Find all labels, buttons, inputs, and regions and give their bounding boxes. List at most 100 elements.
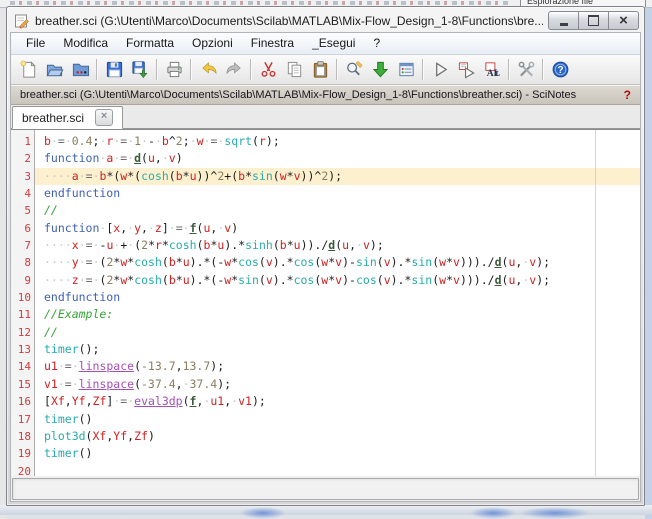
help-button[interactable]: ? bbox=[547, 57, 573, 82]
execute-until-caret-button[interactable]: ALt bbox=[479, 57, 505, 82]
toolbar-separator bbox=[542, 59, 544, 80]
code-line-4[interactable]: 4endfunction bbox=[11, 185, 640, 202]
code-line-15[interactable]: 15v1·=·linspace(-37.4,·37.4); bbox=[11, 376, 640, 393]
line-number: 8 bbox=[11, 254, 35, 271]
redo-icon bbox=[225, 60, 244, 79]
code-line-9[interactable]: 9····z·=·(2*w*cosh(b*u).*(-w*sin(v).*cos… bbox=[11, 272, 640, 289]
code-line-13[interactable]: 13timer(); bbox=[11, 341, 640, 358]
toolbar-separator bbox=[96, 59, 98, 80]
preferences-button[interactable] bbox=[513, 57, 539, 82]
line-number: 5 bbox=[11, 202, 35, 219]
print-button[interactable] bbox=[161, 57, 187, 82]
window-client-area: FileModificaFormattaOpzioniFinestra_Eseg… bbox=[10, 32, 641, 502]
code-line-18[interactable]: 18plot3d(Xf,Yf,Zf) bbox=[11, 428, 640, 445]
new-file-button[interactable] bbox=[15, 57, 41, 82]
code-line-1[interactable]: 1b·=·0.4;·r·=·1·-·b^2;·w·=·sqrt(r); bbox=[11, 133, 640, 150]
menu-item-modifica[interactable]: Modifica bbox=[54, 34, 117, 53]
execute-file-button[interactable] bbox=[453, 57, 479, 82]
find-replace-button[interactable] bbox=[341, 57, 367, 82]
save-icon bbox=[105, 60, 124, 79]
code-navigator-button[interactable] bbox=[393, 57, 419, 82]
code-line-5[interactable]: 5// bbox=[11, 202, 640, 219]
code-text: // bbox=[35, 324, 640, 341]
code-line-7[interactable]: 7····x·=·-u·+·(2*r*cosh(b*u).*sinh(b*u))… bbox=[11, 237, 640, 254]
paste-icon bbox=[311, 60, 330, 79]
document-path-title: breather.sci (G:\Utenti\Marco\Documents\… bbox=[20, 89, 576, 101]
code-line-19[interactable]: 19timer() bbox=[11, 445, 640, 462]
code-line-10[interactable]: 10endfunction bbox=[11, 289, 640, 306]
code-text: ····a·=·b*(w*(cosh(b*u))^2+(b*sin(w*v))^… bbox=[35, 168, 640, 185]
code-line-11[interactable]: 11//Example: bbox=[11, 306, 640, 323]
toolbar: ALt? bbox=[11, 55, 640, 85]
menu-item-file[interactable]: File bbox=[17, 34, 54, 53]
maximize-icon bbox=[588, 15, 599, 26]
editor[interactable]: 1b·=·0.4;·r·=·1·-·b^2;·w·=·sqrt(r);2func… bbox=[11, 129, 640, 476]
code-text: timer() bbox=[35, 445, 640, 462]
code-line-2[interactable]: 2function·a·=·d(u,·v) bbox=[11, 150, 640, 167]
line-number: 20 bbox=[11, 463, 35, 476]
copy-icon bbox=[285, 60, 304, 79]
menu-bar: FileModificaFormattaOpzioniFinestra_Eseg… bbox=[11, 33, 640, 55]
code-text: function·[x,·y,·z]·=·f(u,·v) bbox=[35, 220, 640, 237]
code-line-16[interactable]: 16[Xf,Yf,Zf]·=·eval3dp(f,·u1,·v1); bbox=[11, 393, 640, 410]
scinotes-icon bbox=[14, 13, 30, 29]
close-icon bbox=[619, 12, 628, 30]
paste-button[interactable] bbox=[307, 57, 333, 82]
line-number: 9 bbox=[11, 272, 35, 289]
menu-item-esegui[interactable]: _Esegui bbox=[303, 34, 364, 53]
code-navigator-icon bbox=[397, 60, 416, 79]
save-as-button[interactable] bbox=[127, 57, 153, 82]
menu-item-formatta[interactable]: Formatta bbox=[117, 34, 183, 53]
code-text: v1·=·linspace(-37.4,·37.4); bbox=[35, 376, 640, 393]
menu-item-help[interactable]: ? bbox=[364, 34, 389, 53]
maximize-button[interactable] bbox=[578, 11, 609, 30]
execute-button[interactable] bbox=[427, 57, 453, 82]
code-line-8[interactable]: 8····y·=·(2*w*cosh(b*u).*(-w*cos(v).*cos… bbox=[11, 254, 640, 271]
line-number: 14 bbox=[11, 358, 35, 375]
code-line-14[interactable]: 14u1·=·linspace(-13.7,13.7); bbox=[11, 358, 640, 375]
tab-bar: breather.sci × bbox=[11, 105, 640, 129]
code-text: plot3d(Xf,Yf,Zf) bbox=[35, 428, 640, 445]
line-number: 12 bbox=[11, 324, 35, 341]
cut-icon bbox=[259, 60, 278, 79]
code-text: timer(); bbox=[35, 341, 640, 358]
code-line-6[interactable]: 6function·[x,·y,·z]·=·f(u,·v) bbox=[11, 220, 640, 237]
tab-close-icon[interactable]: × bbox=[95, 109, 113, 126]
toolbar-separator bbox=[508, 59, 510, 80]
code-line-12[interactable]: 12// bbox=[11, 324, 640, 341]
line-number: 10 bbox=[11, 289, 35, 306]
new-file-icon bbox=[19, 60, 38, 79]
code-text: ····y·=·(2*w*cosh(b*u).*(-w*cos(v).*cos(… bbox=[35, 254, 640, 271]
minimize-button[interactable] bbox=[548, 11, 579, 30]
code-line-17[interactable]: 17timer() bbox=[11, 411, 640, 428]
code-line-3[interactable]: 3····a·=·b*(w*(cosh(b*u))^2+(b*sin(w*v))… bbox=[11, 168, 640, 185]
toolbar-separator bbox=[156, 59, 158, 80]
open-source-button[interactable] bbox=[67, 57, 93, 82]
code-text: timer() bbox=[35, 411, 640, 428]
cut-button[interactable] bbox=[255, 57, 281, 82]
line-number: 17 bbox=[11, 411, 35, 428]
line-number: 7 bbox=[11, 237, 35, 254]
title-bar[interactable]: breather.sci (G:\Utenti\Marco\Documents\… bbox=[7, 7, 644, 32]
code-text bbox=[35, 463, 640, 476]
code-text: endfunction bbox=[35, 289, 640, 306]
menu-item-opzioni[interactable]: Opzioni bbox=[183, 34, 242, 53]
menu-item-finestra[interactable]: Finestra bbox=[242, 34, 303, 53]
execute-until-caret-icon: ALt bbox=[483, 60, 502, 79]
copy-button[interactable] bbox=[281, 57, 307, 82]
redo-button[interactable] bbox=[221, 57, 247, 82]
preferences-icon bbox=[517, 60, 536, 79]
load-into-scilab-button[interactable] bbox=[367, 57, 393, 82]
code-line-20[interactable]: 20 bbox=[11, 463, 640, 476]
background-clipped-text bbox=[10, 1, 512, 5]
svg-text:?: ? bbox=[557, 65, 563, 76]
undo-button[interactable] bbox=[195, 57, 221, 82]
tab-breather-sci[interactable]: breather.sci × bbox=[12, 106, 123, 129]
close-button[interactable] bbox=[608, 11, 639, 30]
code-lines: 1b·=·0.4;·r·=·1·-·b^2;·w·=·sqrt(r);2func… bbox=[11, 133, 640, 476]
save-as-icon bbox=[131, 60, 150, 79]
open-file-button[interactable] bbox=[41, 57, 67, 82]
execute-file-icon bbox=[457, 60, 476, 79]
save-button[interactable] bbox=[101, 57, 127, 82]
line-number: 15 bbox=[11, 376, 35, 393]
